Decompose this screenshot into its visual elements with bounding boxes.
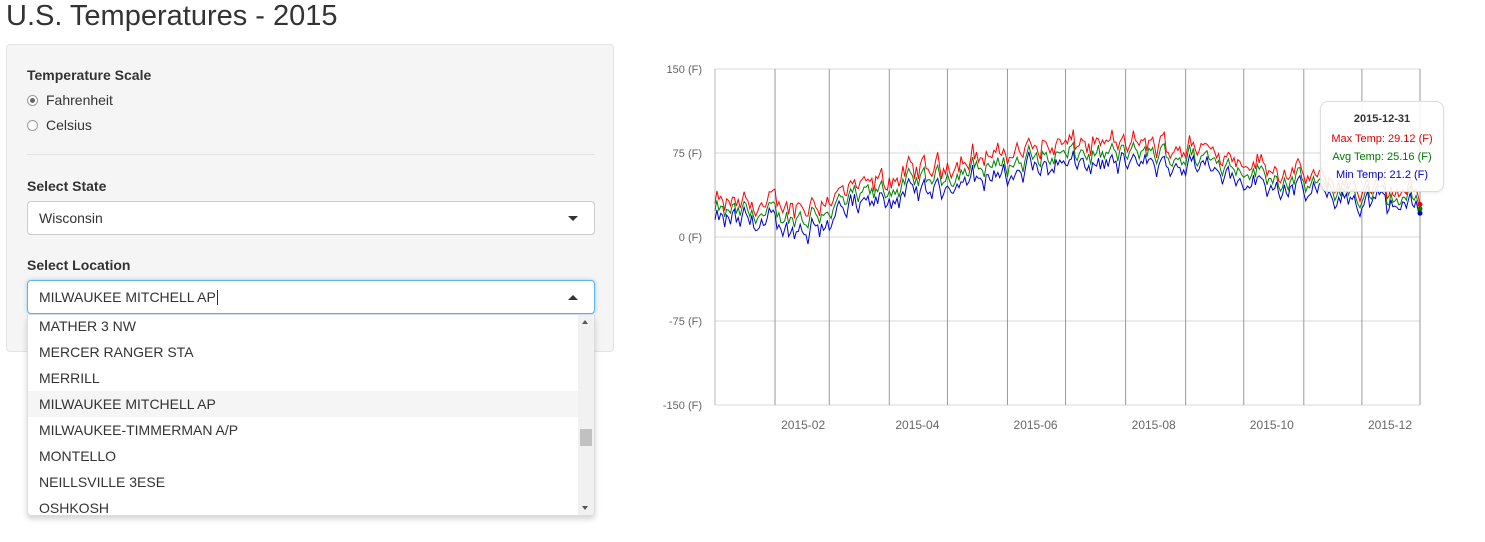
- tooltip-date: 2015-12-31: [1353, 113, 1411, 125]
- state-label: Select State: [27, 178, 107, 194]
- state-select-value: Wisconsin: [39, 210, 103, 226]
- list-item[interactable]: MILWAUKEE-TIMMERMAN A/P: [28, 417, 579, 443]
- radio-label: Celsius: [46, 117, 92, 133]
- sidebar-panel: Temperature Scale Fahrenheit Celsius Sel…: [6, 44, 614, 352]
- series-lines: [714, 129, 1421, 245]
- chevron-down-icon: [568, 216, 578, 221]
- y-axis-ticks: 150 (F) 75 (F) 0 (F) -75 (F) -150 (F): [663, 64, 702, 412]
- location-dropdown-list[interactable]: MATHER 3 NW MERCER RANGER STA MERRILL MI…: [27, 315, 595, 516]
- location-label: Select Location: [27, 257, 131, 273]
- y-tick-label: -150 (F): [663, 400, 702, 412]
- scrollbar-thumb[interactable]: [580, 429, 592, 446]
- avg-temp-point: [1417, 206, 1423, 212]
- radio-button-checked[interactable]: [27, 94, 38, 106]
- list-item[interactable]: MONTELLO: [28, 443, 579, 469]
- page-title: U.S. Temperatures - 2015: [6, 0, 338, 32]
- state-select[interactable]: Wisconsin: [27, 201, 595, 235]
- hover-markers: [1417, 201, 1423, 216]
- location-select[interactable]: MILWAUKEE MITCHELL AP: [27, 280, 595, 314]
- radio-celsius[interactable]: Celsius: [27, 117, 92, 133]
- list-item-highlighted[interactable]: MILWAUKEE MITCHELL AP: [28, 391, 579, 417]
- tooltip-min-temp: Min Temp: 21.2 (F): [1335, 169, 1429, 181]
- x-tick-label: 2015-06: [1014, 418, 1058, 432]
- scroll-up-arrow-icon[interactable]: [582, 320, 588, 324]
- y-tick-label: 150 (F): [667, 64, 702, 76]
- radio-fahrenheit[interactable]: Fahrenheit: [27, 92, 113, 108]
- list-item[interactable]: MATHER 3 NW: [28, 315, 579, 339]
- min-temp-line: [714, 150, 1421, 245]
- divider: [27, 154, 595, 155]
- radio-button-unchecked[interactable]: [27, 119, 38, 131]
- list-item[interactable]: MERRILL: [28, 365, 579, 391]
- max-temp-point: [1417, 201, 1423, 207]
- x-tick-label: 2015-12: [1368, 418, 1412, 432]
- y-tick-label: -75 (F): [669, 316, 702, 328]
- x-tick-label: 2015-04: [895, 418, 939, 432]
- y-tick-label: 75 (F): [673, 148, 702, 160]
- chart-tooltip: 2015-12-31 Max Temp: 29.12 (F) Avg Temp:…: [1320, 101, 1444, 192]
- tooltip-max-temp: Max Temp: 29.12 (F): [1331, 133, 1433, 145]
- scroll-down-arrow-icon[interactable]: [582, 506, 588, 510]
- chevron-up-icon: [568, 295, 578, 300]
- max-temp-line: [714, 129, 1421, 219]
- tooltip-avg-temp: Avg Temp: 25.16 (F): [1332, 151, 1432, 163]
- min-temp-point: [1417, 210, 1423, 216]
- x-tick-label: 2015-08: [1132, 418, 1176, 432]
- x-tick-label: 2015-02: [781, 418, 825, 432]
- radio-label: Fahrenheit: [46, 92, 113, 108]
- y-tick-label: 0 (F): [679, 232, 702, 244]
- x-tick-label: 2015-10: [1250, 418, 1294, 432]
- scale-label: Temperature Scale: [27, 67, 152, 83]
- list-item[interactable]: NEILLSVILLE 3ESE: [28, 469, 579, 495]
- x-axis-ticks: 2015-02 2015-04 2015-06 2015-08 2015-10 2015-…: [781, 418, 1412, 432]
- list-item[interactable]: MERCER RANGER STA: [28, 339, 579, 365]
- text-cursor: [216, 289, 218, 305]
- chart-grid: [714, 68, 1421, 406]
- scrollbar[interactable]: [578, 315, 594, 515]
- list-item[interactable]: OSHKOSH: [28, 495, 579, 515]
- location-select-value[interactable]: MILWAUKEE MITCHELL AP: [39, 289, 216, 305]
